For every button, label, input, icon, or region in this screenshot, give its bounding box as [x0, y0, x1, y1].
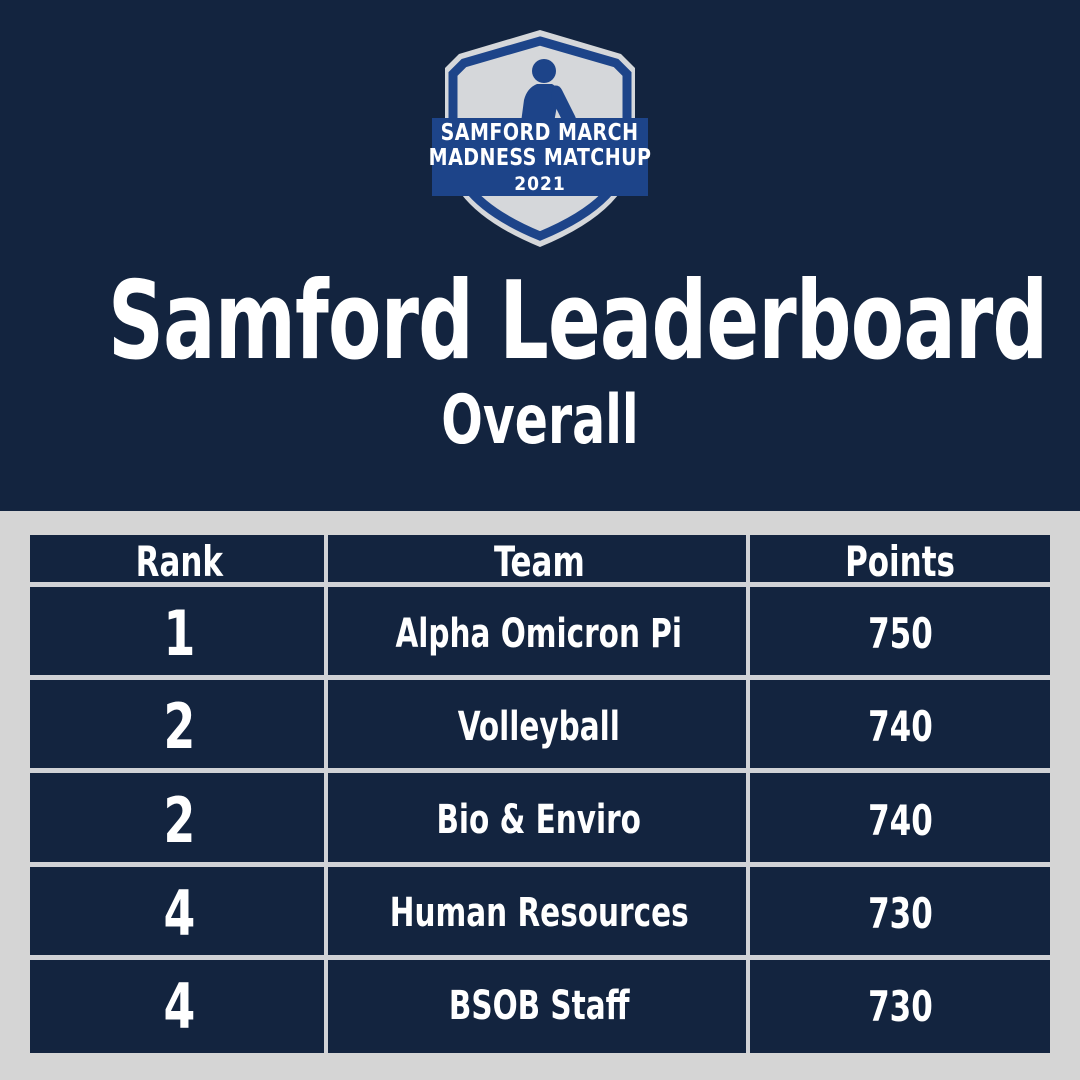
points-value: 740	[867, 795, 933, 845]
cell-rank: 2	[30, 680, 328, 774]
column-header-points: Points	[750, 535, 1050, 587]
cell-points: 730	[750, 960, 1050, 1053]
column-header-team-label: Team	[493, 536, 585, 586]
points-value: 750	[867, 609, 933, 659]
logo-banner-line2: MADNESS MATCHUP	[428, 145, 652, 171]
cell-team: Volleyball	[328, 680, 750, 774]
logo-banner-line1: SAMFORD MARCH	[441, 120, 639, 146]
column-header-points-label: Points	[845, 536, 955, 586]
team-value: Volleyball	[457, 703, 621, 750]
table-row: 2 Bio & Enviro 740	[30, 773, 1050, 867]
event-logo: SAMFORD MARCH MADNESS MATCHUP 2021	[425, 28, 655, 250]
table-row: 4 BSOB Staff 730	[30, 959, 1050, 1054]
page-subtitle: Overall	[441, 381, 639, 460]
table-row: 1 Alpha Omicron Pi 750	[30, 587, 1050, 681]
logo-banner: SAMFORD MARCH MADNESS MATCHUP 2021	[429, 118, 651, 196]
page-title: Samford Leaderboard	[108, 259, 1048, 384]
cell-rank: 4	[30, 959, 328, 1054]
table-row: 2 Volleyball 740	[30, 680, 1050, 774]
cell-team: BSOB Staff	[328, 959, 750, 1054]
rank-value: 4	[163, 876, 195, 950]
points-value: 730	[867, 888, 933, 938]
leaderboard-poster: SAMFORD MARCH MADNESS MATCHUP 2021 Samfo…	[0, 0, 1080, 1080]
header-panel: SAMFORD MARCH MADNESS MATCHUP 2021 Samfo…	[0, 0, 1080, 511]
cell-rank: 2	[30, 773, 328, 867]
rank-value: 4	[163, 969, 195, 1043]
cell-team: Bio & Enviro	[328, 773, 750, 867]
cell-points: 750	[750, 587, 1050, 680]
rank-value: 2	[163, 783, 195, 857]
rank-value: 1	[163, 597, 195, 671]
logo-banner-year: 2021	[514, 173, 566, 195]
team-value: BSOB Staff	[448, 983, 630, 1030]
team-value: Human Resources	[389, 890, 689, 937]
points-value: 740	[867, 702, 933, 752]
cell-rank: 4	[30, 866, 328, 961]
points-value: 730	[867, 981, 933, 1031]
cell-points: 740	[750, 773, 1050, 866]
column-header-team: Team	[328, 535, 750, 587]
cell-points: 730	[750, 867, 1050, 960]
team-value: Alpha Omicron Pi	[395, 610, 683, 657]
cell-team: Alpha Omicron Pi	[328, 587, 750, 681]
rank-value: 2	[163, 690, 195, 764]
column-header-rank-label: Rank	[135, 536, 223, 586]
leaderboard-table: Rank Team Points 1 Alpha Omicron Pi 750 …	[30, 535, 1050, 1054]
cell-rank: 1	[30, 587, 328, 681]
team-value: Bio & Enviro	[436, 797, 642, 843]
table-header-row: Rank Team Points	[30, 535, 1050, 587]
table-row: 4 Human Resources 730	[30, 866, 1050, 961]
column-header-rank: Rank	[30, 535, 328, 587]
cell-team: Human Resources	[328, 866, 750, 961]
cell-points: 740	[750, 680, 1050, 773]
